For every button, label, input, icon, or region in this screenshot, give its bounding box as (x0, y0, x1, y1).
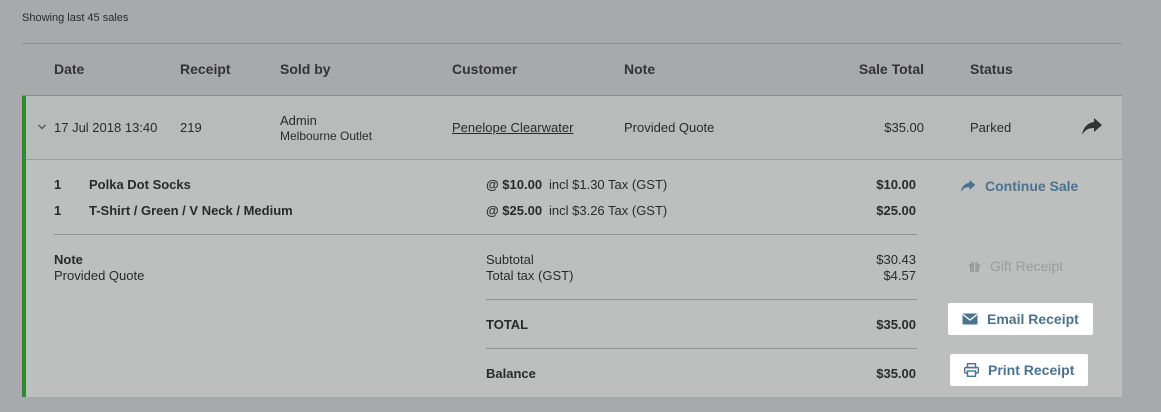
line-item-total: $10.00 (876, 177, 916, 192)
chevron-down-icon[interactable] (37, 122, 47, 132)
gift-receipt-button[interactable]: Gift Receipt (968, 258, 1063, 274)
sales-count: Showing last 45 sales (22, 12, 129, 24)
total-label: TOTAL (486, 317, 529, 332)
line-item-unit-price: @ $10.00 (486, 177, 543, 192)
printer-icon (964, 363, 979, 377)
sale-receipt-number: 219 (180, 120, 202, 135)
sale-total: $35.00 (884, 120, 924, 135)
balance-label: Balance (486, 366, 536, 381)
continue-sale-label: Continue Sale (985, 178, 1079, 194)
sale-sold-by: Admin (280, 113, 317, 128)
sale-date: 17 Jul 2018 13:40 (54, 120, 158, 135)
line-item-total: $25.00 (876, 203, 916, 218)
expanded-row-accent (22, 96, 26, 397)
sale-note: Provided Quote (624, 120, 715, 135)
share-arrow-icon (960, 179, 976, 193)
tax-label: Total tax (GST) (486, 268, 574, 283)
gift-icon (969, 261, 980, 272)
header-date: Date (54, 61, 85, 77)
print-receipt-button[interactable]: Print Receipt (950, 354, 1089, 386)
line-item-name: Polka Dot Socks (89, 177, 191, 192)
header-note: Note (624, 61, 656, 77)
balance-divider (486, 348, 917, 349)
email-receipt-button[interactable]: Email Receipt (948, 303, 1093, 335)
share-arrow-icon[interactable] (1081, 117, 1103, 136)
line-item-tax: incl $1.30 Tax (GST) (549, 177, 668, 192)
customer-link[interactable]: Penelope Clearwater (452, 120, 573, 135)
gift-receipt-label: Gift Receipt (990, 258, 1064, 274)
envelope-icon (962, 313, 978, 325)
items-divider (54, 234, 917, 235)
line-item-unit-price: @ $25.00 (486, 203, 543, 218)
note-label: Note (54, 252, 83, 267)
header-status: Status (970, 61, 1013, 77)
sale-status: Parked (970, 120, 1012, 135)
header-sold-by: Sold by (280, 61, 331, 77)
print-receipt-label: Print Receipt (988, 362, 1075, 378)
totals-divider (486, 299, 917, 300)
header-receipt: Receipt (180, 61, 231, 77)
line-item-qty: 1 (54, 177, 62, 192)
header-customer: Customer (452, 61, 518, 77)
header-sale-total: Sale Total (858, 61, 924, 77)
subtotal-label: Subtotal (486, 252, 534, 267)
top-divider (22, 43, 1122, 44)
subtotal-value: $30.43 (876, 252, 916, 267)
tax-value: $4.57 (883, 268, 916, 283)
sale-outlet: Melbourne Outlet (280, 129, 373, 143)
balance-value: $35.00 (876, 366, 916, 381)
line-item-tax: incl $3.26 Tax (GST) (549, 203, 668, 218)
note-value: Provided Quote (54, 268, 145, 283)
email-receipt-label: Email Receipt (987, 311, 1079, 327)
line-item-qty: 1 (54, 203, 62, 218)
continue-sale-button[interactable]: Continue Sale (960, 178, 1078, 194)
total-value: $35.00 (876, 317, 916, 332)
line-item-name: T-Shirt / Green / V Neck / Medium (89, 203, 293, 218)
